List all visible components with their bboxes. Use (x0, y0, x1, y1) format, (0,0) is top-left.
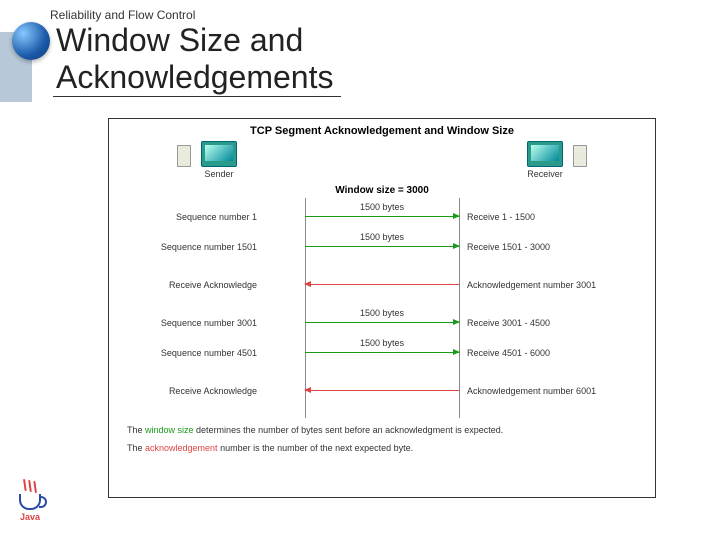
label-right: Receive 3001 - 4500 (467, 318, 647, 328)
label-right: Acknowledgement number 3001 (467, 280, 647, 290)
receiver-label: Receiver (527, 169, 563, 179)
label-left: Receive Acknowledge (97, 280, 257, 290)
bytes-label: 1500 bytes (307, 202, 457, 212)
label-left: Sequence number 3001 (97, 318, 257, 328)
arrow-left-icon (305, 284, 459, 285)
title-line-2: Acknowledgements (56, 59, 333, 95)
label-right: Receive 1501 - 3000 (467, 242, 647, 252)
sender-label: Sender (204, 169, 233, 179)
sender-pc: Sender (179, 141, 259, 179)
arrow-right-icon (305, 352, 459, 353)
data-message: 1500 bytesSequence number 1Receive 1 - 1… (129, 212, 635, 234)
slide-header: Window Size and Acknowledgements (0, 26, 720, 102)
label-right: Acknowledgement number 6001 (467, 386, 647, 396)
title-underline (53, 96, 341, 97)
bytes-label: 1500 bytes (307, 308, 457, 318)
label-left: Sequence number 1 (97, 212, 257, 222)
computers-row: Sender Receiver (149, 141, 615, 197)
footer-note-window: The window size determines the number of… (127, 424, 637, 436)
bytes-label: 1500 bytes (307, 232, 457, 242)
title-line-1: Window Size and (56, 22, 303, 58)
pc-tower-icon (573, 145, 587, 167)
java-label: Java (10, 512, 50, 522)
ack-message: Receive AcknowledgeAcknowledgement numbe… (129, 386, 635, 408)
data-message: 1500 bytesSequence number 4501Receive 45… (129, 348, 635, 370)
bytes-label: 1500 bytes (307, 338, 457, 348)
page-title: Window Size and Acknowledgements (56, 22, 333, 96)
pc-tower-icon (177, 145, 191, 167)
arrow-right-icon (305, 246, 459, 247)
pc-monitor-icon (201, 141, 237, 167)
arrow-right-icon (305, 322, 459, 323)
label-right: Receive 1 - 1500 (467, 212, 647, 222)
receiver-pc: Receiver (505, 141, 585, 179)
java-cup-icon (19, 494, 41, 510)
arrow-left-icon (305, 390, 459, 391)
label-left: Sequence number 4501 (97, 348, 257, 358)
label-left: Sequence number 1501 (97, 242, 257, 252)
java-logo: Java (10, 480, 50, 522)
arrow-right-icon (305, 216, 459, 217)
diagram-container: TCP Segment Acknowledgement and Window S… (108, 118, 656, 498)
label-right: Receive 4501 - 6000 (467, 348, 647, 358)
flow-diagram: 1500 bytesSequence number 1Receive 1 - 1… (129, 198, 635, 418)
diagram-title: TCP Segment Acknowledgement and Window S… (109, 119, 655, 141)
data-message: 1500 bytesSequence number 1501Receive 15… (129, 242, 635, 264)
label-left: Receive Acknowledge (97, 386, 257, 396)
footer-note-ack: The acknowledgement number is the number… (127, 442, 637, 454)
highlight-acknowledgement: acknowledgement (145, 443, 218, 453)
data-message: 1500 bytesSequence number 3001Receive 30… (129, 318, 635, 340)
highlight-window-size: window size (145, 425, 194, 435)
ack-message: Receive AcknowledgeAcknowledgement numbe… (129, 280, 635, 302)
java-steam-icon (28, 480, 32, 492)
pc-monitor-icon (527, 141, 563, 167)
globe-icon (12, 22, 50, 60)
